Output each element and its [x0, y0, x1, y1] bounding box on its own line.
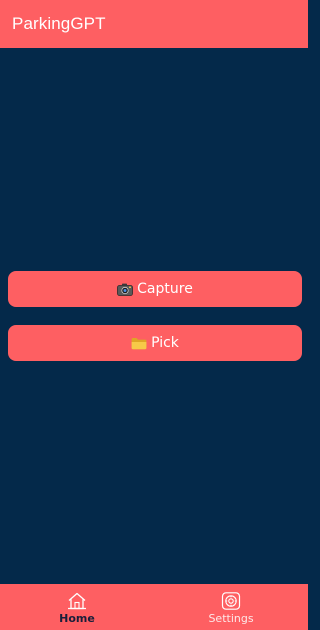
camera-icon — [117, 283, 134, 296]
app-bar: ParkingGPT — [0, 0, 308, 48]
main-content: Capture Pick — [0, 48, 308, 584]
nav-item-settings[interactable]: Settings — [154, 584, 308, 630]
nav-item-home[interactable]: Home — [0, 584, 154, 630]
bottom-navigation: Home Settings — [0, 584, 308, 630]
pick-button[interactable]: Pick — [8, 325, 302, 361]
pick-button-label: Pick — [151, 335, 179, 351]
home-icon — [67, 592, 87, 610]
app-title: ParkingGPT — [12, 14, 106, 33]
nav-label-home: Home — [59, 612, 95, 625]
folder-icon — [131, 337, 147, 350]
nav-label-settings: Settings — [208, 612, 254, 625]
capture-button[interactable]: Capture — [8, 271, 302, 307]
settings-icon — [221, 592, 241, 610]
capture-button-label: Capture — [137, 281, 193, 297]
